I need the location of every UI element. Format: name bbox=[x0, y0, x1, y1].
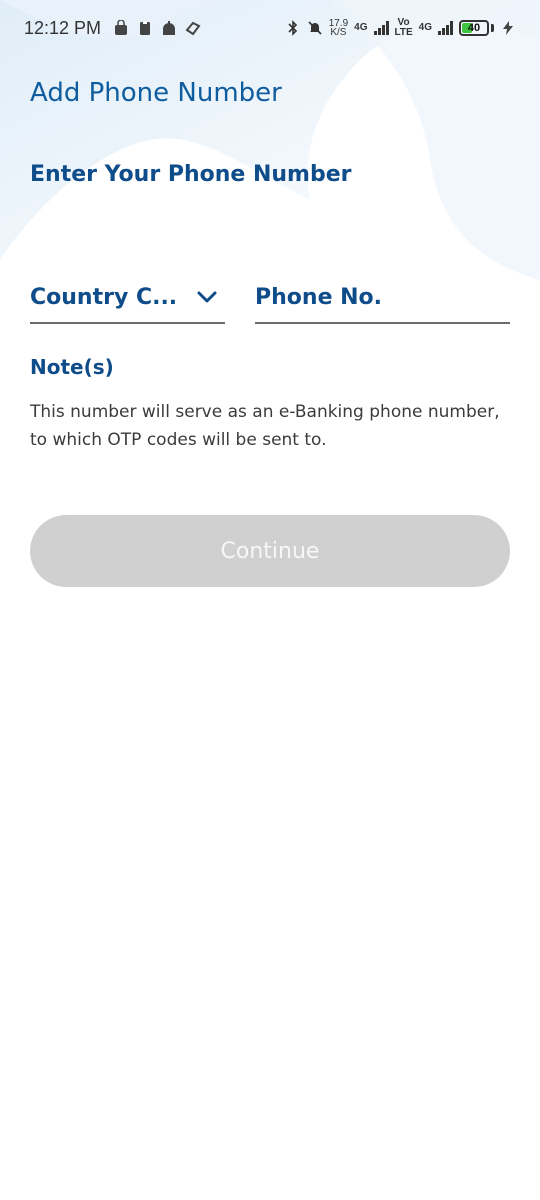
shopping-bag-icon bbox=[115, 20, 128, 35]
note-text: This number will serve as an e-Banking p… bbox=[30, 402, 500, 450]
signal-icon bbox=[373, 21, 389, 35]
charging-icon bbox=[503, 21, 513, 35]
mosque-icon bbox=[163, 21, 176, 35]
status-right: 17.9 K/S 4G Vo LTE 4G 40 bbox=[285, 18, 516, 38]
battery-indicator: 40 bbox=[459, 20, 489, 36]
speed-unit: K/S bbox=[330, 27, 347, 38]
status-time: 12:12 PM bbox=[24, 17, 102, 38]
network-speed: 17.9 K/S bbox=[329, 19, 348, 38]
status-bar: 12:12 PM 17.9 K/S 4G Vo LTE 4G 40 bbox=[0, 0, 540, 56]
phone-number-input[interactable]: Phone No. bbox=[255, 272, 510, 324]
note-title: Note(s) bbox=[30, 355, 114, 379]
status-left: 12:12 PM bbox=[24, 18, 201, 39]
network-type-2: 4G bbox=[418, 22, 432, 33]
battery-level: 40 bbox=[467, 22, 481, 34]
signal-icon-2 bbox=[438, 21, 453, 35]
country-code-placeholder: Country C... bbox=[30, 284, 178, 310]
volte-bottom: LTE bbox=[394, 27, 413, 38]
chevron-down-icon[interactable] bbox=[195, 285, 219, 309]
country-code-dropdown[interactable]: Country C... bbox=[30, 272, 225, 324]
bluetooth-icon bbox=[288, 20, 297, 36]
clipboard-icon bbox=[140, 21, 151, 35]
battery-cap bbox=[491, 24, 494, 32]
bell-muted-icon bbox=[308, 21, 322, 35]
network-type-1: 4G bbox=[354, 22, 368, 33]
section-title: Enter Your Phone Number bbox=[30, 162, 352, 187]
volte-label: Vo LTE bbox=[395, 18, 413, 38]
app-logo-icon bbox=[185, 21, 201, 36]
phone-number-placeholder: Phone No. bbox=[255, 284, 383, 310]
continue-button[interactable]: Continue bbox=[30, 515, 510, 587]
page-title: Add Phone Number bbox=[30, 78, 282, 108]
